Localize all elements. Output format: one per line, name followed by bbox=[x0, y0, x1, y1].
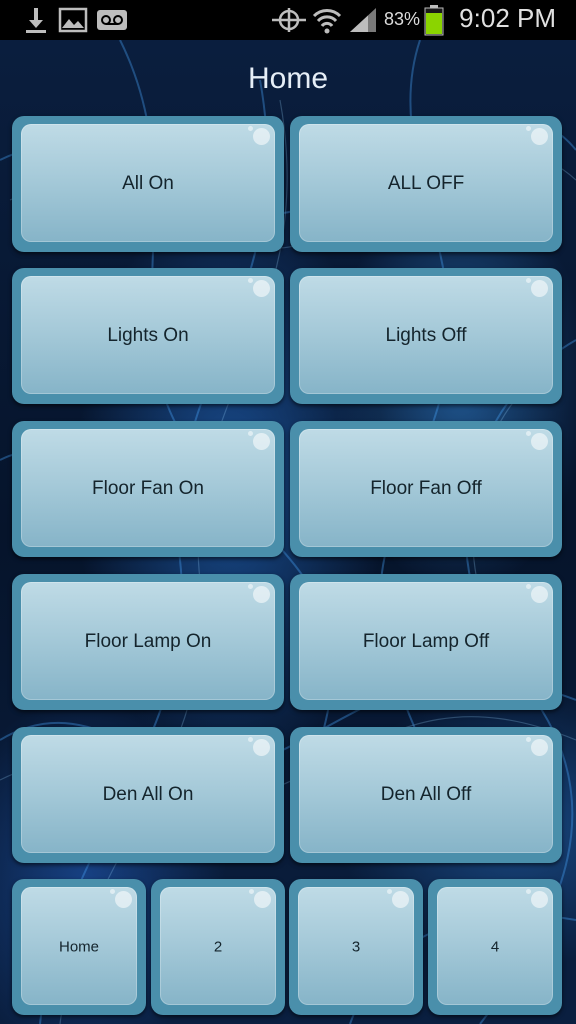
tab-label: 4 bbox=[490, 938, 500, 956]
voicemail-icon bbox=[96, 6, 128, 38]
button-label: Floor Fan Off bbox=[370, 478, 482, 499]
den-all-on-button[interactable]: Den All On bbox=[12, 727, 284, 863]
button-label: Den All Off bbox=[380, 784, 472, 805]
signal-icon bbox=[348, 6, 378, 38]
clock: 9:02 PM bbox=[459, 3, 556, 33]
all-on-button[interactable]: All On bbox=[12, 116, 284, 252]
wifi-icon bbox=[312, 6, 342, 40]
location-icon bbox=[270, 6, 308, 38]
battery-percent: 83% bbox=[384, 9, 421, 29]
button-label: All On bbox=[122, 173, 174, 194]
page-title: Home bbox=[247, 62, 329, 95]
all-off-button[interactable]: ALL OFF bbox=[290, 116, 562, 252]
lights-off-button[interactable]: Lights Off bbox=[290, 268, 562, 404]
battery-icon bbox=[424, 4, 444, 40]
tab-4[interactable]: 4 bbox=[428, 879, 562, 1015]
tab-3[interactable]: 3 bbox=[289, 879, 423, 1015]
button-label: ALL OFF bbox=[387, 173, 465, 194]
image-icon bbox=[58, 6, 88, 38]
tab-home[interactable]: Home bbox=[12, 879, 146, 1015]
download-icon bbox=[24, 6, 48, 38]
button-label: Floor Lamp On bbox=[84, 631, 212, 652]
button-label: Lights Off bbox=[385, 325, 467, 346]
floor-lamp-on-button[interactable]: Floor Lamp On bbox=[12, 574, 284, 710]
floor-lamp-off-button[interactable]: Floor Lamp Off bbox=[290, 574, 562, 710]
button-label: Den All On bbox=[102, 784, 194, 805]
tab-2[interactable]: 2 bbox=[151, 879, 285, 1015]
den-all-off-button[interactable]: Den All Off bbox=[290, 727, 562, 863]
lights-on-button[interactable]: Lights On bbox=[12, 268, 284, 404]
tab-label: 3 bbox=[351, 938, 361, 956]
tab-label: 2 bbox=[213, 938, 223, 956]
floor-fan-on-button[interactable]: Floor Fan On bbox=[12, 421, 284, 557]
button-label: Floor Lamp Off bbox=[362, 631, 490, 652]
tab-label: Home bbox=[58, 938, 99, 956]
status-bar: 83% 9:02 PM bbox=[0, 0, 576, 40]
floor-fan-off-button[interactable]: Floor Fan Off bbox=[290, 421, 562, 557]
button-label: Floor Fan On bbox=[92, 478, 204, 499]
button-label: Lights On bbox=[107, 325, 189, 346]
